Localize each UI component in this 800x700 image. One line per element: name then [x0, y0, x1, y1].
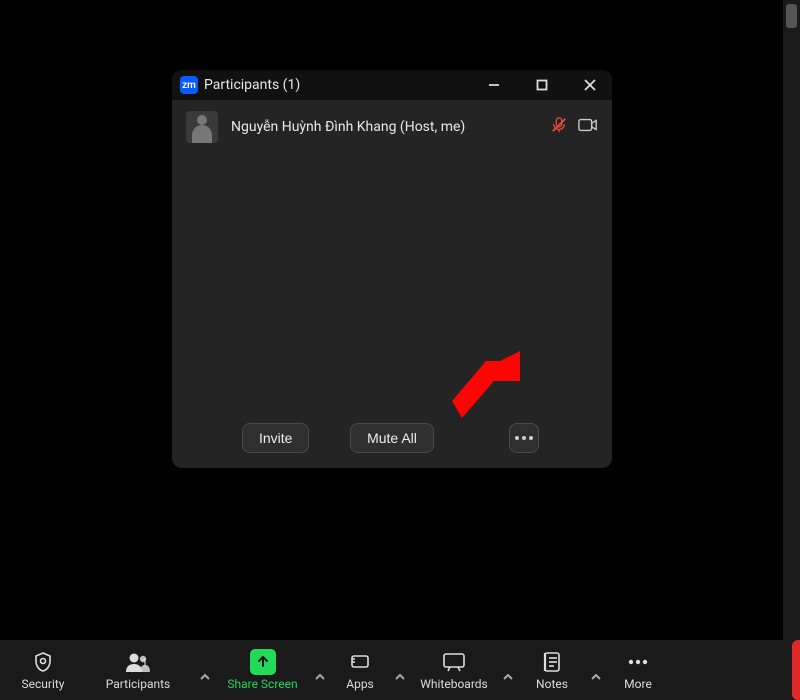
- invite-button[interactable]: Invite: [242, 423, 309, 453]
- notes-submenu-caret[interactable]: [584, 658, 608, 682]
- security-label: Security: [22, 677, 65, 691]
- end-meeting-button-edge[interactable]: [792, 640, 800, 700]
- apps-button[interactable]: Apps: [332, 650, 388, 691]
- apps-icon: [349, 650, 371, 674]
- participant-row[interactable]: Nguyễn Huỳnh Đình Khang (Host, me): [172, 100, 612, 154]
- participants-count-badge: 1: [141, 656, 148, 670]
- participants-submenu-caret[interactable]: [193, 658, 217, 682]
- notes-label: Notes: [536, 677, 568, 691]
- participants-panel: zm Participants (1) Nguyễn Huỳnh Đình Kh…: [172, 70, 612, 468]
- people-icon: 1: [123, 650, 153, 674]
- maximize-button[interactable]: [528, 71, 556, 99]
- scrollbar-thumb[interactable]: [786, 4, 797, 28]
- notes-button[interactable]: Notes: [520, 650, 584, 691]
- whiteboards-submenu-caret[interactable]: [496, 658, 520, 682]
- participant-name-label: Nguyễn Huỳnh Đình Khang (Host, me): [231, 119, 550, 135]
- microphone-muted-icon: [550, 116, 568, 138]
- apps-label: Apps: [346, 677, 374, 691]
- share-submenu-caret[interactable]: [308, 658, 332, 682]
- camera-icon: [578, 117, 598, 137]
- minimize-button[interactable]: [480, 71, 508, 99]
- zoom-logo-icon: zm: [180, 76, 198, 94]
- notes-icon: [542, 650, 562, 674]
- participants-button[interactable]: 1 Participants: [83, 650, 193, 691]
- more-options-button[interactable]: [509, 423, 539, 453]
- more-label: More: [624, 677, 652, 691]
- close-button[interactable]: [576, 71, 604, 99]
- whiteboards-button[interactable]: Whiteboards: [412, 650, 496, 691]
- window-controls: [480, 71, 604, 99]
- share-screen-label: Share Screen: [227, 677, 297, 691]
- panel-footer: Invite Mute All: [172, 408, 612, 468]
- share-screen-button[interactable]: Share Screen: [217, 650, 308, 691]
- avatar: [186, 111, 218, 143]
- panel-titlebar[interactable]: zm Participants (1): [172, 70, 612, 100]
- window-scrollbar[interactable]: [783, 0, 800, 640]
- participant-status-icons: [550, 116, 598, 138]
- apps-submenu-caret[interactable]: [388, 658, 412, 682]
- ellipsis-icon: [515, 436, 533, 440]
- mute-all-button[interactable]: Mute All: [350, 423, 434, 453]
- meeting-toolbar: Security 1 Participants: [0, 640, 800, 700]
- whiteboards-label: Whiteboards: [420, 677, 488, 691]
- whiteboard-icon: [442, 650, 466, 674]
- share-screen-icon: [250, 649, 276, 675]
- more-button[interactable]: More: [608, 640, 668, 700]
- panel-title: Participants (1): [204, 77, 480, 93]
- ellipsis-icon: [626, 650, 650, 674]
- shield-icon: [32, 650, 54, 674]
- participants-label: Participants: [106, 677, 170, 691]
- security-button[interactable]: Security: [3, 640, 83, 700]
